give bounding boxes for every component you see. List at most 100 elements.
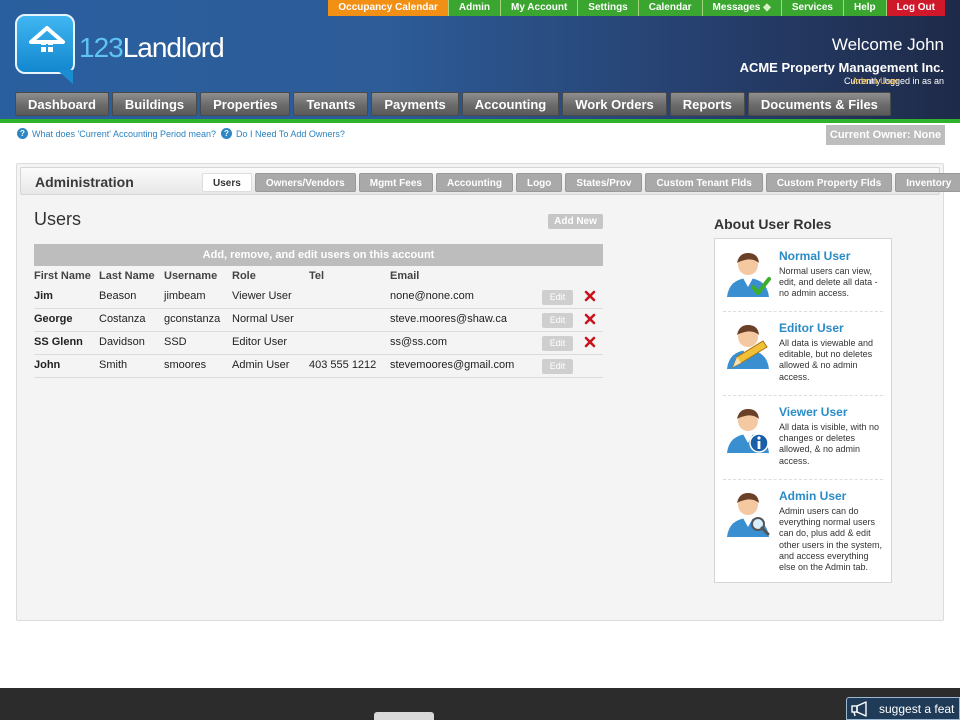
megaphone-icon — [851, 701, 867, 717]
help-link-accounting-period[interactable]: ? What does 'Current' Accounting Period … — [17, 128, 216, 139]
nav-work-orders[interactable]: Work Orders — [562, 92, 667, 116]
table-row: Jim Beason jimbeam Viewer User none@none… — [34, 286, 603, 309]
user-info-icon — [727, 409, 769, 453]
suggest-feature-button[interactable]: suggest a feat — [846, 697, 960, 720]
role-divider — [723, 479, 883, 480]
logo-number: 123 — [79, 32, 124, 63]
delete-icon[interactable] — [584, 336, 596, 348]
edit-button[interactable]: Edit — [542, 336, 573, 351]
tab-accounting[interactable]: Accounting — [435, 173, 513, 192]
nav-buildings[interactable]: Buildings — [111, 92, 198, 116]
role-name: Viewer User — [779, 405, 848, 419]
tab-mgmt-fees[interactable]: Mgmt Fees — [358, 173, 433, 192]
cell-email: ss@ss.com — [390, 336, 448, 348]
messages-label: Messages — [712, 2, 761, 13]
add-new-button[interactable]: Add New — [548, 214, 603, 229]
topnav-help[interactable]: Help — [843, 0, 886, 16]
admin-tabs: Users Owners/Vendors Mgmt Fees Accountin… — [202, 173, 960, 192]
nav-payments[interactable]: Payments — [371, 92, 459, 116]
help-link-add-owners[interactable]: ? Do I Need To Add Owners? — [221, 128, 345, 139]
topnav-settings[interactable]: Settings — [577, 0, 638, 16]
cell-username: gconstanza — [164, 313, 221, 325]
topnav-logout[interactable]: Log Out — [885, 0, 945, 16]
role-divider — [723, 395, 883, 396]
help-bar: ? What does 'Current' Accounting Period … — [0, 123, 960, 145]
edit-button[interactable]: Edit — [542, 313, 573, 328]
header: Occupancy Calendar Admin My Account Sett… — [0, 0, 960, 123]
tab-custom-tenant-flds[interactable]: Custom Tenant Flds — [645, 173, 763, 192]
user-roles-box: Normal User Normal users can view, edit,… — [714, 238, 892, 583]
cell-email: steve.moores@shaw.ca — [390, 313, 507, 325]
logo-text: 123Landlord — [79, 32, 225, 64]
help-link-add-owners-label: Do I Need To Add Owners? — [236, 128, 345, 139]
logo-word: Landlord — [122, 32, 225, 63]
column-header-last-name: Last Name — [99, 270, 155, 282]
table-row: SS Glenn Davidson SSD Editor User ss@ss.… — [34, 332, 603, 355]
suggest-feature-label: suggest a feat — [879, 702, 955, 716]
cell-first-name: John — [34, 359, 61, 371]
topnav-admin[interactable]: Admin — [447, 0, 500, 16]
current-owner-badge[interactable]: Current Owner: None — [826, 125, 945, 145]
cell-tel: 403 555 1212 — [309, 359, 377, 371]
tab-custom-property-flds[interactable]: Custom Property Flds — [765, 173, 893, 192]
table-row: John Smith smoores Admin User 403 555 12… — [34, 355, 603, 378]
nav-properties[interactable]: Properties — [200, 92, 291, 116]
cell-last-name: Smith — [99, 359, 128, 371]
footer — [0, 688, 960, 720]
cell-last-name: Beason — [99, 290, 137, 302]
tab-states-prov[interactable]: States/Prov — [565, 173, 643, 192]
question-icon: ? — [17, 128, 28, 139]
topnav-messages[interactable]: Messages ◆ — [701, 0, 781, 16]
edit-button[interactable]: Edit — [542, 359, 573, 374]
table-row: George Costanza gconstanza Normal User s… — [34, 309, 603, 332]
logged-in-role: Admin User — [851, 76, 899, 86]
delete-icon[interactable] — [584, 313, 596, 325]
app-root: Occupancy Calendar Admin My Account Sett… — [0, 0, 960, 720]
user-pencil-icon — [727, 325, 769, 369]
cell-email: stevemoores@gmail.com — [390, 359, 515, 371]
top-nav: Occupancy Calendar Admin My Account Sett… — [328, 0, 945, 16]
tab-inventory[interactable]: Inventory — [895, 173, 960, 192]
role-description: All data is viewable and editable, but n… — [779, 338, 874, 382]
topnav-services[interactable]: Services — [780, 0, 843, 16]
role-divider — [723, 311, 883, 312]
footer-handle[interactable] — [374, 712, 434, 720]
cell-email: none@none.com — [390, 290, 474, 302]
tab-users[interactable]: Users — [202, 173, 252, 192]
column-header-role: Role — [232, 270, 256, 282]
admin-title: Administration — [35, 174, 134, 190]
tab-owners-vendors[interactable]: Owners/Vendors — [254, 173, 356, 192]
cell-username: smoores — [164, 359, 207, 371]
tab-logo[interactable]: Logo — [515, 173, 563, 192]
nav-tenants[interactable]: Tenants — [293, 92, 369, 116]
users-table-header: First Name Last Name Username Role Tel E… — [34, 270, 603, 286]
topnav-calendar[interactable]: Calendar — [637, 0, 702, 16]
house-icon — [29, 26, 65, 52]
cell-first-name: SS Glenn — [34, 336, 83, 348]
delete-icon[interactable] — [584, 290, 596, 302]
role-name: Normal User — [779, 249, 851, 263]
nav-reports[interactable]: Reports — [669, 92, 745, 116]
logo-badge — [15, 14, 75, 74]
topnav-my-account[interactable]: My Account — [499, 0, 578, 16]
role-name: Admin User — [779, 489, 847, 503]
role-name: Editor User — [779, 321, 844, 335]
nav-accounting[interactable]: Accounting — [461, 92, 560, 116]
admin-tab-bar: Administration Users Owners/Vendors Mgmt… — [20, 167, 960, 195]
edit-button[interactable]: Edit — [542, 290, 573, 305]
logo[interactable]: 123Landlord — [15, 14, 230, 86]
topnav-occupancy-calendar[interactable]: Occupancy Calendar — [328, 0, 448, 16]
user-magnifier-icon — [727, 493, 770, 537]
cell-role: Admin User — [232, 359, 290, 371]
nav-documents-files[interactable]: Documents & Files — [747, 92, 891, 116]
column-header-email: Email — [390, 270, 420, 282]
column-header-first-name: First Name — [34, 270, 91, 282]
nav-dashboard[interactable]: Dashboard — [15, 92, 109, 116]
cell-role: Viewer User — [232, 290, 292, 302]
plus-icon: ◆ — [763, 2, 771, 13]
cell-username: SSD — [164, 336, 187, 348]
cell-last-name: Costanza — [99, 313, 146, 325]
role-description: All data is visible, with no changes or … — [779, 422, 880, 466]
user-check-icon — [727, 253, 771, 297]
welcome-text: Welcome John — [831, 35, 944, 54]
